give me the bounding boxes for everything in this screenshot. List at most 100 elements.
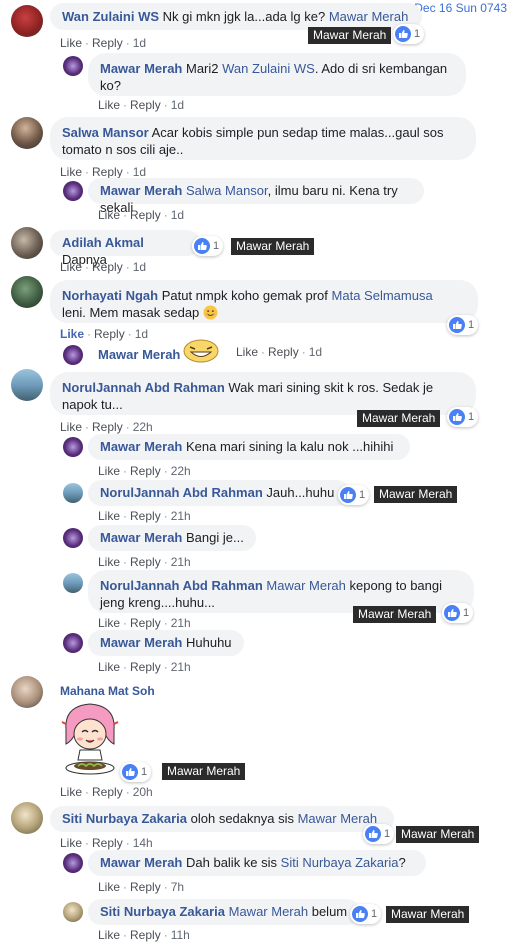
comment-author[interactable]: Salwa Mansor xyxy=(62,125,149,140)
reply-author[interactable]: Siti Nurbaya Zakaria xyxy=(100,904,225,919)
comment-time[interactable]: 1d xyxy=(135,327,148,341)
reply-link[interactable]: Reply xyxy=(92,420,123,434)
avatar[interactable] xyxy=(63,528,83,548)
like-link[interactable]: Like xyxy=(60,260,82,274)
avatar[interactable] xyxy=(11,5,43,37)
reply-mention[interactable]: Mawar Merah xyxy=(266,578,345,593)
like-link[interactable]: Like xyxy=(60,327,84,341)
reply-link[interactable]: Reply xyxy=(268,345,299,359)
avatar[interactable] xyxy=(63,345,83,365)
reply-link[interactable]: Reply xyxy=(92,260,123,274)
like-link[interactable]: Like xyxy=(98,660,120,674)
reply-link[interactable]: Reply xyxy=(94,327,125,341)
avatar[interactable] xyxy=(63,56,83,76)
reply-time[interactable]: 21h xyxy=(171,509,191,523)
reaction-count[interactable]: 1 xyxy=(120,762,152,782)
comment-time[interactable]: 14h xyxy=(133,836,153,850)
avatar[interactable] xyxy=(63,437,83,457)
reply-link[interactable]: Reply xyxy=(130,464,161,478)
reply-link[interactable]: Reply xyxy=(130,208,161,222)
comment-time[interactable]: 1d xyxy=(133,165,146,179)
avatar[interactable] xyxy=(11,276,43,308)
reply-link[interactable]: Reply xyxy=(130,660,161,674)
like-link[interactable]: Like xyxy=(60,785,82,799)
reaction-count[interactable]: 1 xyxy=(447,407,479,427)
comment-author[interactable]: Adilah Akmal xyxy=(62,235,144,250)
reply-link[interactable]: Reply xyxy=(92,785,123,799)
like-link[interactable]: Like xyxy=(98,616,120,630)
reply-time[interactable]: 11h xyxy=(171,928,190,942)
reaction-count[interactable]: 1 xyxy=(338,485,370,505)
avatar[interactable] xyxy=(63,181,83,201)
like-link[interactable]: Like xyxy=(98,880,120,894)
like-link[interactable]: Like xyxy=(60,836,82,850)
avatar[interactable] xyxy=(11,227,43,259)
reply-link[interactable]: Reply xyxy=(130,616,161,630)
reply-author[interactable]: Mawar Merah xyxy=(100,61,182,76)
avatar[interactable] xyxy=(63,853,83,873)
avatar[interactable] xyxy=(11,676,43,708)
comment-author[interactable]: Norhayati Ngah xyxy=(62,288,158,303)
comment-author[interactable]: Mahana Mat Soh xyxy=(60,684,155,698)
avatar[interactable] xyxy=(63,633,83,653)
avatar[interactable] xyxy=(11,802,43,834)
comment-author[interactable]: Siti Nurbaya Zakaria xyxy=(62,811,187,826)
reaction-count[interactable]: 1 xyxy=(442,603,474,623)
like-link[interactable]: Like xyxy=(98,98,120,112)
reply-mention[interactable]: Wan Zulaini WS xyxy=(222,61,315,76)
reply-link[interactable]: Reply xyxy=(130,880,161,894)
like-link[interactable]: Like xyxy=(60,165,82,179)
like-link[interactable]: Like xyxy=(98,928,120,942)
reply-time[interactable]: 22h xyxy=(171,464,191,478)
reply-author[interactable]: Mawar Merah xyxy=(100,635,182,650)
like-link[interactable]: Like xyxy=(98,509,120,523)
avatar[interactable] xyxy=(63,902,83,922)
reply-link[interactable]: Reply xyxy=(130,98,161,112)
reply-time[interactable]: 21h xyxy=(171,616,191,630)
reply-link[interactable]: Reply xyxy=(92,165,123,179)
reply-mention[interactable]: Mawar Merah xyxy=(229,904,308,919)
comment-author[interactable]: NorulJannah Abd Rahman xyxy=(62,380,225,395)
like-link[interactable]: Like xyxy=(236,345,258,359)
reply-time[interactable]: 1d xyxy=(171,208,184,222)
like-link[interactable]: Like xyxy=(98,464,120,478)
like-link[interactable]: Like xyxy=(60,36,82,50)
comment-time[interactable]: 20h xyxy=(133,785,153,799)
reply-time[interactable]: 21h xyxy=(171,660,191,674)
avatar[interactable] xyxy=(63,573,83,593)
reply-time[interactable]: 7h xyxy=(171,880,184,894)
comment-time[interactable]: 1d xyxy=(133,260,146,274)
avatar[interactable] xyxy=(11,117,43,149)
reaction-count[interactable]: 1 xyxy=(447,315,479,335)
like-link[interactable]: Like xyxy=(98,208,120,222)
avatar[interactable] xyxy=(11,369,43,401)
comment-mention[interactable]: Mawar Merah xyxy=(298,811,377,826)
reaction-count[interactable]: 1 xyxy=(350,904,382,924)
comment-mention[interactable]: Mata Selmamusa xyxy=(332,288,433,303)
reply-time[interactable]: 1d xyxy=(309,345,322,359)
reply-link[interactable]: Reply xyxy=(92,36,123,50)
comment-author[interactable]: Wan Zulaini WS xyxy=(62,9,159,24)
reply-author[interactable]: Mawar Merah xyxy=(100,439,182,454)
like-link[interactable]: Like xyxy=(60,420,82,434)
avatar[interactable] xyxy=(63,483,83,503)
comment-time[interactable]: 1d xyxy=(133,36,146,50)
reply-link[interactable]: Reply xyxy=(130,555,161,569)
reply-author[interactable]: Mawar Merah xyxy=(100,855,182,870)
reply-time[interactable]: 1d xyxy=(171,98,184,112)
reaction-count[interactable]: 1 xyxy=(393,24,425,44)
reply-link[interactable]: Reply xyxy=(92,836,123,850)
reply-author[interactable]: Mawar Merah xyxy=(100,530,182,545)
reply-author[interactable]: NorulJannah Abd Rahman xyxy=(100,485,263,500)
reply-author[interactable]: Mawar Merah xyxy=(100,183,182,198)
reaction-count[interactable]: 1 xyxy=(363,824,395,844)
reply-author[interactable]: Mawar Merah xyxy=(98,347,180,362)
reply-link[interactable]: Reply xyxy=(130,509,161,523)
comment-mention[interactable]: Mawar Merah xyxy=(329,9,408,24)
reply-link[interactable]: Reply xyxy=(130,928,161,942)
reply-mention[interactable]: Salwa Mansor xyxy=(186,183,268,198)
like-link[interactable]: Like xyxy=(98,555,120,569)
reply-time[interactable]: 21h xyxy=(171,555,191,569)
reply-author[interactable]: NorulJannah Abd Rahman xyxy=(100,578,263,593)
reply-mention[interactable]: Siti Nurbaya Zakaria xyxy=(281,855,399,870)
